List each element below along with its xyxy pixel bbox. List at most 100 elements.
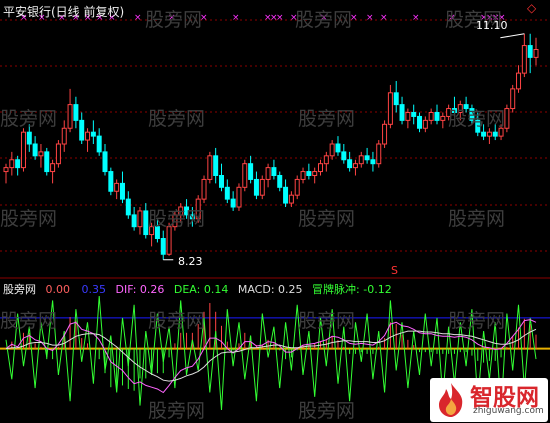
indicator-name: 股旁网 [3, 283, 36, 296]
candle-body [393, 92, 399, 106]
candle-body [428, 112, 434, 121]
watermark: 股旁网 [298, 400, 356, 422]
candle-body [387, 92, 393, 125]
high-pointer [500, 33, 525, 39]
candle-body [405, 112, 411, 121]
diamond-icon: ◇ [527, 1, 537, 15]
candle-body [26, 131, 32, 145]
candle-body [90, 131, 96, 137]
candle-body [521, 45, 527, 74]
candle-body [96, 135, 102, 153]
candle-body [201, 178, 207, 200]
candle-body [481, 131, 487, 137]
macd-value: MACD: 0.25 [237, 283, 303, 296]
watermark: 股旁网 [298, 310, 356, 332]
candle-body [230, 198, 236, 208]
chart-title: 平安银行(日线 前复权) [3, 5, 125, 19]
candle-body [119, 182, 125, 200]
candle-body [259, 178, 265, 196]
signal-value: 冒牌脉冲: -0.12 [312, 283, 392, 296]
candle-body [224, 186, 230, 200]
watermark: 股旁网 [148, 310, 206, 332]
candle-body [329, 143, 335, 157]
candle-body [3, 167, 9, 173]
candle-body [376, 143, 382, 165]
watermark: 股旁网 [295, 9, 353, 31]
dea-value: DEA: 0.14 [173, 283, 229, 296]
candle-body [422, 119, 428, 129]
candle-body [242, 163, 248, 188]
candle-body [15, 159, 21, 169]
candle-body [44, 151, 50, 173]
watermark: 股旁网 [0, 108, 58, 130]
candle-body [108, 171, 114, 192]
signal-marker: × [412, 13, 420, 23]
flame-icon [439, 383, 463, 417]
watermark: 股旁网 [0, 208, 58, 230]
candle-body [67, 104, 73, 129]
signal-marker: × [232, 13, 240, 23]
candle-body [213, 155, 219, 176]
watermark: 股旁网 [148, 208, 206, 230]
candle-body [55, 143, 61, 165]
candle-body [486, 131, 492, 137]
candle-body [300, 171, 306, 180]
candle-body [102, 151, 108, 173]
candle-body [50, 163, 56, 173]
candle-body [335, 143, 341, 153]
candle-body [265, 167, 271, 180]
signal-marker: × [366, 13, 374, 23]
high-price-label: 11.10 [476, 19, 508, 32]
candle-body [38, 151, 44, 157]
stock-chart-window: × × × × × × × × × × × × × × × × × × × × × × × × × 股旁网 股旁网 股旁网 股旁… [0, 0, 550, 423]
value-2: 0.35 [81, 283, 107, 296]
candle-body [73, 104, 79, 121]
watermark: 股旁网 [448, 310, 506, 332]
candle-body [85, 131, 91, 141]
candle-body [236, 186, 242, 208]
candle-body [318, 163, 324, 173]
candle-body [253, 178, 259, 196]
macd-header: 股旁网 0.00 0.35 DIF: 0.26 DEA: 0.14 MACD: … [3, 281, 392, 297]
candle-body [510, 88, 516, 110]
candle-body [312, 171, 318, 176]
candle-body [294, 178, 300, 196]
candle-body [283, 186, 289, 204]
candle-body [504, 108, 510, 129]
candle-body [218, 175, 224, 188]
candle-body [370, 159, 376, 165]
candle-body [358, 155, 364, 165]
watermark: 股旁网 [148, 108, 206, 130]
candle-body [207, 155, 213, 180]
site-logo: 智股网 zhiguwang.com [430, 378, 548, 422]
candle-body [79, 119, 85, 141]
candle-body [125, 198, 131, 216]
watermark: 股旁网 [448, 108, 506, 130]
candle-body [533, 49, 539, 58]
candle-body [114, 182, 120, 192]
candle-body [347, 159, 353, 169]
watermark: 股旁网 [145, 9, 203, 31]
candle-body [160, 238, 166, 255]
watermark: 股旁网 [298, 108, 356, 130]
watermark: 股旁网 [0, 310, 58, 332]
candle-body [32, 143, 38, 157]
low-price-label: 8.23 [178, 255, 203, 268]
candle-body [411, 112, 417, 117]
watermark: 股旁网 [448, 208, 506, 230]
candle-body [9, 159, 15, 169]
logo-url: zhiguwang.com [473, 406, 544, 416]
signal-marker: × [276, 13, 284, 23]
candle-body [288, 194, 294, 204]
watermark: 股旁网 [148, 400, 206, 422]
candle-body [434, 112, 440, 121]
candle-body [61, 127, 67, 145]
candle-body [440, 115, 446, 121]
candle-body [323, 155, 329, 165]
candle-body [399, 104, 405, 121]
candle-body [341, 151, 347, 161]
candle-body [352, 163, 358, 169]
candle-body [527, 45, 533, 58]
candle-body [492, 131, 498, 137]
watermark: 股旁网 [298, 208, 356, 230]
